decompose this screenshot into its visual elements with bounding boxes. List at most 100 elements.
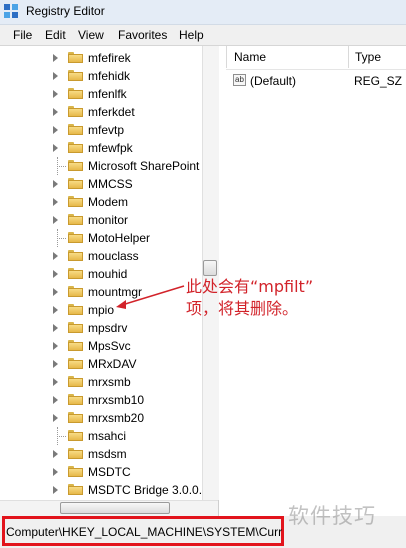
title-bar: Registry Editor [0,0,406,25]
tree-item[interactable]: mfewfpk [0,139,206,157]
menu-favorites[interactable]: Favorites [118,28,167,42]
tree-item-label: MMCSS [88,177,133,191]
tree-item-label: mferkdet [88,105,135,119]
tree-item[interactable]: MSDTC [0,463,206,481]
folder-icon [68,196,83,207]
column-separator[interactable] [348,46,349,68]
tree-item[interactable]: mrxsmb20 [0,409,206,427]
menu-edit[interactable]: Edit [45,28,66,42]
tree-item-label: Modem [88,195,129,209]
tree-item[interactable]: Modem [0,193,206,211]
tree-item[interactable]: mouclass [0,247,206,265]
tree-scroll-thumb[interactable] [203,260,217,276]
tree-item-label: msdsm [88,447,127,461]
tree-item[interactable]: MpsSvc [0,337,206,355]
tree-item-label: mrxsmb10 [88,393,145,407]
header-divider [226,69,406,70]
tree-item[interactable]: mountmgr [0,283,206,301]
folder-icon [68,106,83,117]
tree-connector-line [57,436,66,438]
tree-item[interactable]: mfevtp [0,121,206,139]
tree-item-label: mpsdrv [88,321,128,335]
expand-arrow-icon[interactable] [53,288,58,296]
tree-item[interactable]: mpio [0,301,206,319]
tree-item[interactable]: msdsm [0,445,206,463]
tree-item-label: mfefirek [88,51,131,65]
expand-arrow-icon[interactable] [53,324,58,332]
folder-icon [68,70,83,81]
tree-item[interactable]: mferkdet [0,103,206,121]
column-header-name[interactable]: Name [234,50,266,70]
expand-arrow-icon[interactable] [53,378,58,386]
expand-arrow-icon[interactable] [53,216,58,224]
tree-item-label: mfehidk [88,69,131,83]
tree-item[interactable]: MRxDAV [0,355,206,373]
tree-connector-line [57,238,66,240]
expand-arrow-icon[interactable] [53,144,58,152]
expand-arrow-icon[interactable] [53,126,58,134]
folder-icon [68,376,83,387]
folder-icon [68,214,83,225]
expand-arrow-icon[interactable] [53,198,58,206]
status-path: Computer\HKEY_LOCAL_MACHINE\SYSTEM\Curre… [6,525,282,539]
folder-icon [68,232,83,243]
expand-arrow-icon[interactable] [53,414,58,422]
tree-item-label: monitor [88,213,129,227]
tree-item[interactable]: Microsoft SharePoint [0,157,206,175]
folder-icon [68,412,83,423]
menu-help[interactable]: Help [179,28,204,42]
tree-item[interactable]: MSDTC Bridge 3.0.0.0 [0,481,209,499]
expand-arrow-icon[interactable] [53,396,58,404]
tree-item-label: mpio [88,303,115,317]
tree-item[interactable]: mfenlfk [0,85,206,103]
folder-icon [68,358,83,369]
pane-splitter[interactable] [226,46,227,68]
folder-icon [68,286,83,297]
menu-view[interactable]: View [78,28,104,42]
expand-arrow-icon[interactable] [53,90,58,98]
menu-file[interactable]: File [13,28,32,42]
tree-item[interactable]: mfehidk [0,67,206,85]
expand-arrow-icon[interactable] [53,180,58,188]
expand-arrow-icon[interactable] [53,360,58,368]
folder-icon [68,304,83,315]
expand-arrow-icon[interactable] [53,54,58,62]
tree-item[interactable]: mrxsmb10 [0,391,206,409]
expand-arrow-icon[interactable] [53,72,58,80]
folder-icon [68,268,83,279]
window-title: Registry Editor [26,4,105,18]
expand-arrow-icon[interactable] [53,468,58,476]
value-type: REG_SZ [354,74,403,88]
tree-item[interactable]: mrxsmb [0,373,206,391]
tree-item[interactable]: msahci [0,427,206,445]
expand-arrow-icon[interactable] [53,306,58,314]
tree-item-label: mfenlfk [88,87,127,101]
tree-item[interactable]: MotoHelper [0,229,206,247]
tree-item[interactable]: monitor [0,211,206,229]
annotation-line-2: 项，将其删除。 [186,299,299,318]
folder-icon [68,88,83,99]
folder-icon [68,142,83,153]
value-name[interactable]: (Default) [250,74,296,88]
folder-icon [68,160,83,171]
expand-arrow-icon[interactable] [53,486,58,494]
folder-icon [68,466,83,477]
tree-item-label: mouhid [88,267,128,281]
tree-hscroll-thumb[interactable] [60,502,170,514]
expand-arrow-icon[interactable] [53,252,58,260]
expand-arrow-icon[interactable] [53,450,58,458]
tree-item[interactable]: mpsdrv [0,319,206,337]
column-header-type[interactable]: Type [355,50,381,70]
expand-arrow-icon[interactable] [53,270,58,278]
tree-item[interactable]: mfefirek [0,49,206,67]
tree-item[interactable]: mouhid [0,265,206,283]
registry-editor-icon [4,4,18,18]
tree-item-label: mouclass [88,249,139,263]
tree-item-label: mfewfpk [88,141,133,155]
tree-item-label: MotoHelper [88,231,151,245]
folder-icon [68,340,83,351]
tree-item[interactable]: MMCSS [0,175,206,193]
folder-icon [68,250,83,261]
expand-arrow-icon[interactable] [53,342,58,350]
expand-arrow-icon[interactable] [53,108,58,116]
